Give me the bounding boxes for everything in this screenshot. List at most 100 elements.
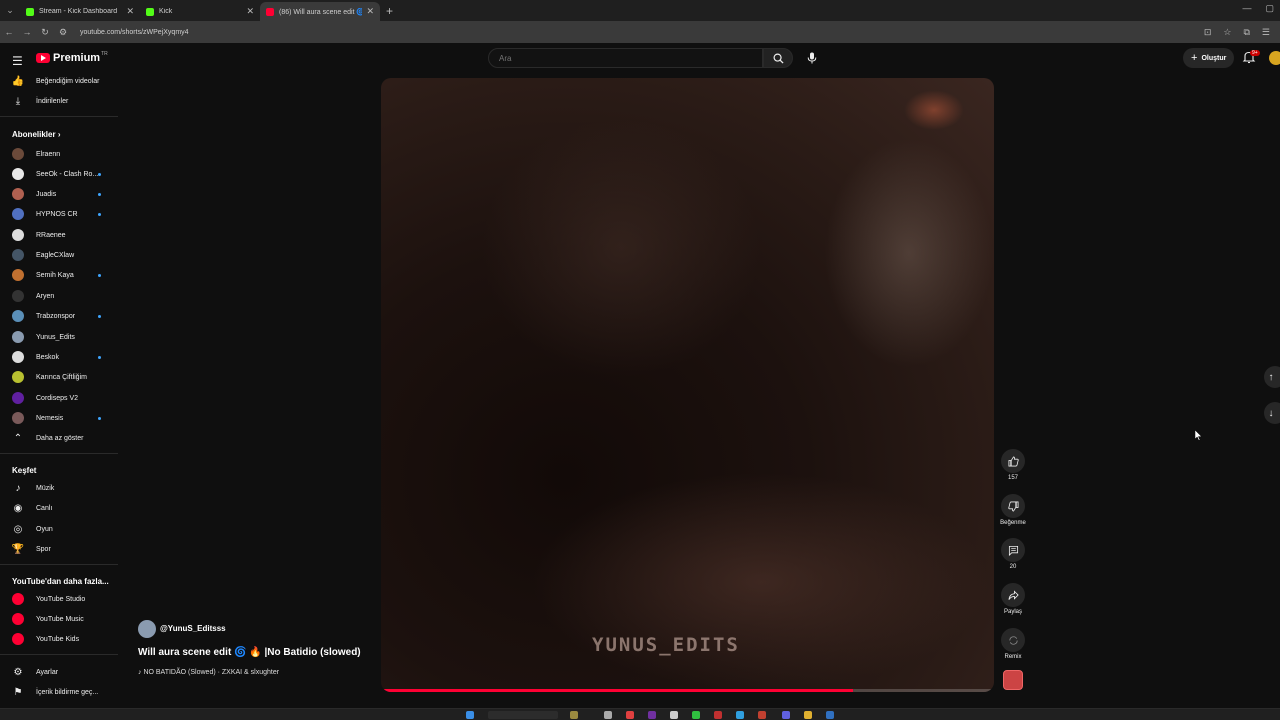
sidebar-item-subscription[interactable]: HYPNOS CR	[0, 205, 118, 223]
browser-tab-kick[interactable]: Kick ✕	[140, 2, 260, 21]
shorts-video-player[interactable]: YUNUS_EDITS	[381, 78, 994, 692]
taskbar-search-box[interactable]	[488, 711, 558, 719]
share-button[interactable]	[1001, 583, 1025, 607]
remix-button[interactable]	[1001, 628, 1025, 652]
sidebar-item-subscription[interactable]: Karınca Çiftliğim	[0, 368, 118, 386]
sidebar-item-music[interactable]: ♪ Müzik	[0, 479, 118, 497]
video-frame-shading	[531, 472, 991, 692]
previous-short-button[interactable]: ↑	[1264, 366, 1280, 388]
app-icon[interactable]	[648, 711, 656, 719]
sidebar-item-subscription[interactable]: SeeOk - Clash Ro...	[0, 165, 118, 183]
sidebar-item-subscription[interactable]: EagleCXlaw	[0, 246, 118, 264]
remix-label: Remix	[1004, 654, 1022, 660]
channel-avatar	[12, 249, 24, 261]
app-icon[interactable]	[826, 711, 834, 719]
sidebar-item-downloads[interactable]: ⤓ İndirilenler	[0, 92, 118, 110]
tab-title: Stream - Kick Dashboard	[39, 8, 118, 15]
comment-count: 20	[1009, 564, 1017, 570]
account-avatar[interactable]	[1269, 51, 1280, 65]
sidebar-item-subscription[interactable]: Aryen	[0, 287, 118, 305]
sidebar-item-label: İçerik bildirme geç...	[36, 688, 99, 696]
close-tab-icon[interactable]: ✕	[246, 6, 254, 17]
close-tab-icon[interactable]: ✕	[126, 6, 134, 17]
channel-avatar[interactable]	[138, 620, 156, 638]
sidebar-item-subscription[interactable]: Cordiseps V2	[0, 389, 118, 407]
minimize-icon[interactable]: —	[1242, 3, 1251, 14]
install-app-icon[interactable]: ⊡	[1204, 27, 1212, 38]
comment-icon	[1008, 545, 1018, 556]
video-frame-shading	[824, 138, 994, 368]
sidebar-item-subscription[interactable]: Elraenn	[0, 145, 118, 163]
task-view-icon[interactable]	[604, 711, 612, 719]
extensions-icon[interactable]: ⧉	[1243, 27, 1249, 38]
sidebar-item-sports[interactable]: 🏆 Spor	[0, 540, 118, 558]
video-progress-track[interactable]	[381, 689, 994, 692]
app-icon[interactable]	[714, 711, 722, 719]
maximize-icon[interactable]: ▢	[1265, 3, 1274, 14]
sidebar-item-youtube-music[interactable]: YouTube Music	[0, 610, 118, 628]
menu-icon[interactable]: ☰	[1262, 27, 1270, 38]
sidebar-item-liked-videos[interactable]: 👍 Beğendiğim videolar	[0, 72, 118, 90]
close-tab-icon[interactable]: ✕	[366, 6, 374, 17]
widgets-icon[interactable]	[570, 711, 578, 719]
video-music-link[interactable]: ♪ NO BATIDÃO (Slowed) · ZXKAI & slxughte…	[138, 669, 279, 676]
browser-tab-kick-dashboard[interactable]: Stream - Kick Dashboard ✕	[20, 2, 140, 21]
channel-handle[interactable]: @YunuS_Editsss	[160, 624, 226, 633]
sidebar-item-subscription[interactable]: Semih Kaya	[0, 266, 118, 284]
sidebar-item-settings[interactable]: ⚙ Ayarlar	[0, 663, 118, 681]
app-icon[interactable]	[692, 711, 700, 719]
thumbs-up-icon	[1008, 456, 1019, 466]
subscriptions-heading[interactable]: Abonelikler ›	[12, 130, 60, 139]
next-short-button[interactable]: ↓	[1264, 402, 1280, 424]
forward-arrow-icon[interactable]: →	[18, 27, 36, 37]
youtube-premium-logo[interactable]: Premium TR	[36, 51, 108, 64]
sidebar-item-gaming[interactable]: ◎ Oyun	[0, 520, 118, 538]
sidebar-item-report-history[interactable]: ⚑ İçerik bildirme geç...	[0, 683, 118, 701]
sidebar-item-label: Aryen	[36, 292, 55, 300]
channel-avatar	[12, 148, 24, 160]
sidebar-item-subscription[interactable]: Trabzonspor	[0, 307, 118, 325]
channel-avatar	[12, 269, 24, 281]
sidebar-item-subscription[interactable]: Juadis	[0, 185, 118, 203]
url-field[interactable]: youtube.com/shorts/zWPejXyqmy4	[80, 29, 1204, 36]
back-arrow-icon[interactable]: ←	[0, 27, 18, 37]
comments-button[interactable]	[1001, 538, 1025, 562]
new-tab-plus-icon[interactable]: +	[386, 4, 393, 18]
browser-tab-youtube[interactable]: (86) Will aura scene edit 🌀 ✕	[260, 2, 380, 21]
chrome-icon[interactable]	[626, 711, 634, 719]
channel-avatar	[12, 351, 24, 363]
sidebar-item-youtube-kids[interactable]: YouTube Kids	[0, 630, 118, 648]
sidebar-divider	[0, 453, 118, 454]
voice-search-button[interactable]	[802, 48, 822, 68]
sidebar-item-label: Beskok	[36, 353, 59, 361]
sidebar-item-subscription[interactable]: RRaenee	[0, 226, 118, 244]
reload-icon[interactable]: ↻	[36, 27, 54, 38]
sidebar-item-label: Nemesis	[36, 414, 64, 422]
like-button[interactable]	[1001, 449, 1025, 473]
sidebar-item-subscription[interactable]: Beskok	[0, 348, 118, 366]
create-button[interactable]: + Oluştur	[1183, 48, 1235, 68]
hamburger-menu-icon[interactable]: ☰	[12, 54, 24, 68]
tab-list-chevron-icon[interactable]: ⌄	[0, 0, 20, 21]
sidebar-item-label: Juadis	[36, 190, 57, 198]
app-icon[interactable]	[736, 711, 744, 719]
app-icon[interactable]	[758, 711, 766, 719]
bookmark-star-icon[interactable]: ☆	[1223, 27, 1231, 38]
dislike-button[interactable]	[1001, 494, 1025, 518]
search-input[interactable]	[488, 48, 763, 68]
sidebar-item-youtube-studio[interactable]: YouTube Studio	[0, 590, 118, 608]
subscriptions-heading-label: Abonelikler	[12, 130, 56, 139]
app-icon[interactable]	[670, 711, 678, 719]
site-info-icon[interactable]: ⚙	[54, 27, 72, 38]
sidebar-item-show-less[interactable]: ⌃ Daha az göster	[0, 429, 118, 447]
new-content-dot	[98, 315, 101, 318]
start-menu-icon[interactable]	[466, 711, 474, 719]
video-title[interactable]: Will aura scene edit 🌀 🔥 |No Batidio (sl…	[138, 647, 361, 658]
sidebar-item-live[interactable]: ◉ Canlı	[0, 499, 118, 517]
file-explorer-icon[interactable]	[804, 711, 812, 719]
sidebar-item-subscription[interactable]: Yunus_Edits	[0, 328, 118, 346]
app-icon[interactable]	[782, 711, 790, 719]
audio-track-thumbnail[interactable]	[1003, 670, 1023, 690]
sidebar-item-subscription[interactable]: Nemesis	[0, 409, 118, 427]
search-button[interactable]	[763, 48, 793, 68]
